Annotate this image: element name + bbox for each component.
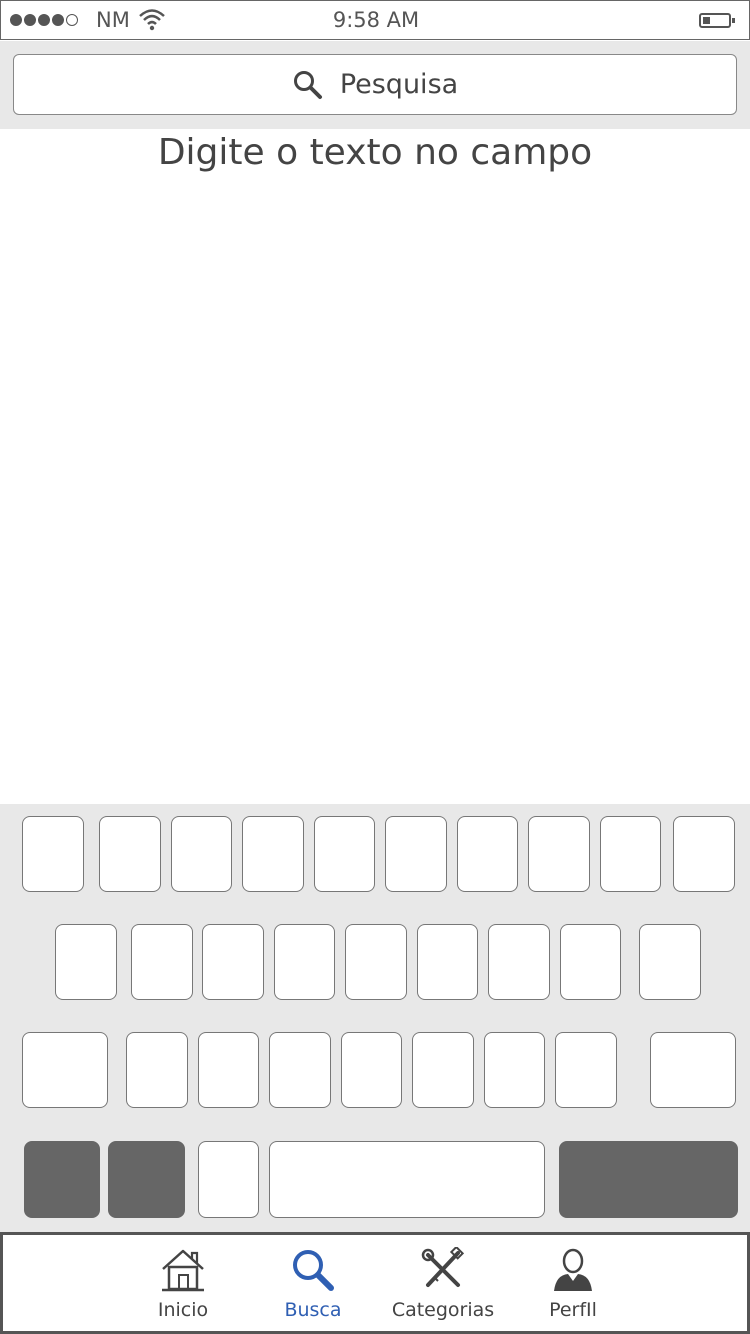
keyboard-key[interactable] (639, 924, 701, 1000)
keyboard-key[interactable] (385, 816, 447, 892)
mic-key[interactable] (198, 1141, 259, 1218)
tab-label: Inicio (157, 1299, 209, 1321)
keyboard-key[interactable] (341, 1032, 402, 1108)
keyboard-key[interactable] (22, 816, 84, 892)
battery-level (703, 17, 710, 24)
keyboard-key[interactable] (457, 816, 518, 892)
tab-perfil[interactable]: PerfIl (513, 1247, 633, 1321)
globe-key[interactable] (108, 1141, 185, 1218)
keyboard-key[interactable] (242, 816, 304, 892)
keyboard-key[interactable] (345, 924, 407, 1000)
keyboard-key[interactable] (198, 1032, 259, 1108)
search-placeholder: Pesquisa (339, 69, 459, 100)
numbers-key[interactable] (24, 1141, 100, 1218)
keyboard-key[interactable] (269, 1032, 331, 1108)
tab-busca[interactable]: Busca (253, 1247, 373, 1321)
keyboard-key[interactable] (600, 816, 661, 892)
keyboard-key[interactable] (528, 816, 590, 892)
keyboard-key[interactable] (99, 816, 161, 892)
keyboard-key[interactable] (314, 816, 375, 892)
tab-label: PerfIl (549, 1299, 597, 1321)
search-icon (293, 1250, 334, 1291)
keyboard-key[interactable] (412, 1032, 474, 1108)
keyboard-key[interactable] (274, 924, 335, 1000)
space-key[interactable] (269, 1141, 545, 1218)
keyboard-key[interactable] (560, 924, 621, 1000)
keyboard-key[interactable] (171, 816, 232, 892)
keyboard-key[interactable] (126, 1032, 188, 1108)
keyboard (0, 804, 750, 1232)
instruction-text: Digite o texto no campo (157, 132, 593, 173)
battery-icon (699, 13, 735, 28)
keyboard-key[interactable] (484, 1032, 545, 1108)
keyboard-key[interactable] (55, 924, 117, 1000)
keyboard-key[interactable] (673, 816, 735, 892)
search-icon (293, 70, 322, 99)
keyboard-key[interactable] (202, 924, 264, 1000)
shift-key[interactable] (22, 1032, 108, 1108)
keyboard-key[interactable] (417, 924, 478, 1000)
tab-bar: Inicio Busca Categorias PerfIl (0, 1232, 750, 1334)
tab-label: Busca (284, 1299, 342, 1321)
tools-icon (421, 1247, 465, 1287)
tab-label: Categorias (391, 1299, 495, 1321)
search-bar-container: Pesquisa (0, 41, 750, 129)
person-icon (554, 1248, 592, 1291)
keyboard-key[interactable] (131, 924, 193, 1000)
search-input[interactable]: Pesquisa (13, 54, 737, 115)
home-icon (162, 1249, 204, 1292)
tab-categorias[interactable]: Categorias (383, 1247, 503, 1321)
backspace-key[interactable] (650, 1032, 736, 1108)
status-time: 9:58 AM (332, 8, 420, 32)
return-key[interactable] (559, 1141, 738, 1218)
keyboard-key[interactable] (488, 924, 550, 1000)
tab-inicio[interactable]: Inicio (123, 1247, 243, 1321)
keyboard-key[interactable] (555, 1032, 617, 1108)
status-bar: NM 9:58 AM (0, 0, 750, 40)
